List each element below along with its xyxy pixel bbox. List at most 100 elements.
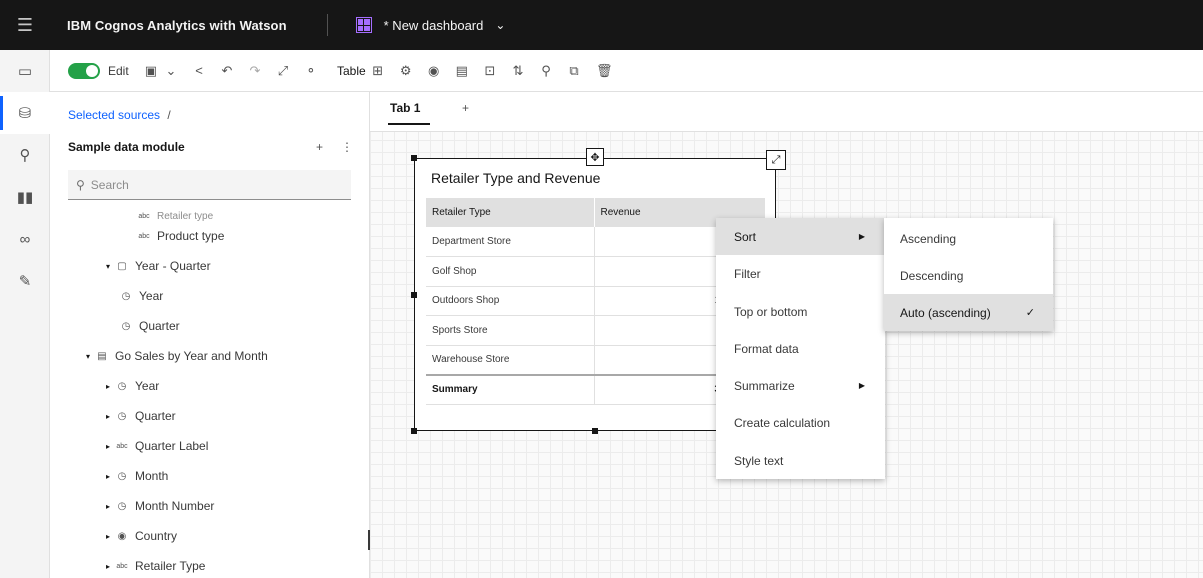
filters-icon[interactable]: ⚬	[305, 63, 317, 79]
widgets-icon[interactable]: ✎	[0, 260, 50, 302]
caret-right-icon[interactable]: ▸	[106, 502, 116, 511]
product-name: IBM Cognos Analytics with Watson	[67, 17, 287, 33]
table-row[interactable]: Outdoors Shop1,086,317	[426, 286, 766, 316]
filter-icon[interactable]: ⊡	[484, 63, 496, 79]
expand-icon[interactable]: ⤢	[766, 150, 786, 170]
tree-item[interactable]: ▾ ▢ Year - Quarter	[106, 256, 211, 276]
tree-item-label: Quarter	[135, 409, 176, 423]
comment-icon[interactable]: ▭	[0, 50, 50, 92]
overflow-menu-icon[interactable]: ⋮	[341, 140, 353, 154]
search-field[interactable]: ⚲	[68, 170, 351, 200]
sort-ascending[interactable]: Ascending	[884, 220, 1053, 257]
breadcrumb: Selected sources /	[68, 108, 171, 122]
menu-item-style-text[interactable]: Style text	[716, 442, 885, 479]
caret-down-icon[interactable]: ▾	[106, 262, 116, 271]
tree-item[interactable]: ▾ ▤ Go Sales by Year and Month	[86, 346, 268, 366]
add-tab-button[interactable]: +	[462, 101, 469, 115]
table-row[interactable]: Department Store714,312	[426, 227, 766, 257]
tree-item[interactable]: ◷ Quarter	[120, 316, 180, 336]
search-icon: ⚲	[76, 177, 85, 192]
change-visualization-icon[interactable]: ⊞	[372, 63, 384, 79]
widget-type-label[interactable]: Table	[337, 64, 366, 78]
hamburger-menu-icon[interactable]: ☰	[0, 0, 50, 50]
tree-item-label: Go Sales by Year and Month	[115, 349, 268, 363]
resize-handle[interactable]	[411, 155, 417, 161]
left-rail: ▭ ⛁ ⚲ ▮▮ ∞ ✎	[0, 50, 50, 578]
caret-right-icon[interactable]: ▸	[106, 412, 116, 421]
tree-item[interactable]: ▸ ◷ Year	[106, 376, 159, 396]
resize-handle[interactable]	[592, 428, 598, 434]
sort-descending[interactable]: Descending	[884, 257, 1053, 294]
tree-item-label: Product type	[157, 229, 225, 243]
properties-icon[interactable]: ⚙	[400, 63, 412, 79]
table-row[interactable]: Golf Shop363,949	[426, 256, 766, 287]
caret-right-icon[interactable]: ▸	[106, 532, 116, 541]
add-icon[interactable]: +	[316, 140, 323, 154]
menu-item-format-data[interactable]: Format data	[716, 330, 885, 367]
breadcrumb-separator: /	[167, 108, 171, 122]
undo-icon[interactable]: ↶	[221, 63, 233, 79]
caret-down-icon[interactable]: ▾	[86, 352, 96, 361]
insights-icon[interactable]: ◉	[428, 63, 440, 79]
retailer-type-cell: Warehouse Store	[426, 345, 595, 375]
pin-icon[interactable]: ⚲	[540, 63, 552, 79]
retailer-type-cell: Sports Store	[426, 315, 595, 346]
menu-item-summarize[interactable]: Summarize ▶	[716, 367, 885, 404]
tree-item[interactable]: ▸ ◷ Month	[106, 466, 168, 486]
copy-icon[interactable]: ⧉	[568, 63, 580, 79]
tab-1[interactable]: Tab 1	[388, 101, 431, 125]
tree-item[interactable]: ▸ abc Retailer Type	[106, 556, 205, 576]
tree-item[interactable]: ▸ ◷ Quarter	[106, 406, 176, 426]
move-icon[interactable]: ✥	[586, 148, 604, 166]
chevron-right-icon: ▶	[858, 381, 865, 390]
fields-icon[interactable]: ▤	[456, 63, 468, 79]
caret-right-icon[interactable]: ▸	[106, 382, 116, 391]
menu-item-filter[interactable]: Filter	[716, 255, 885, 292]
tree-item[interactable]: ◷ Year	[120, 286, 164, 306]
menu-item-top-or-bottom[interactable]: Top or bottom	[716, 293, 885, 330]
resize-handle[interactable]	[411, 292, 417, 298]
caret-right-icon[interactable]: ▸	[106, 472, 116, 481]
data-sources-icon[interactable]: ⛁	[0, 92, 50, 134]
tree-item[interactable]: abc Product type	[138, 226, 224, 246]
module-header: Sample data module + ⋮	[68, 140, 353, 154]
visualizations-icon[interactable]: ▮▮	[0, 176, 50, 218]
chevron-down-icon[interactable]: ⌄	[165, 63, 177, 79]
sort-auto-ascending[interactable]: Auto (ascending) ✓	[884, 294, 1053, 331]
resize-handle[interactable]	[411, 428, 417, 434]
table-row[interactable]: Warehouse Store222,988	[426, 345, 766, 375]
tree-item[interactable]: abc Retailer type	[138, 206, 213, 226]
summary-label: Summary	[426, 373, 595, 405]
caret-right-icon[interactable]: ▸	[106, 442, 116, 451]
breadcrumb-link[interactable]: Selected sources	[68, 108, 160, 122]
search-input[interactable]	[90, 177, 331, 192]
tree-item[interactable]: ▸ ◉ Country	[106, 526, 177, 546]
menu-item-sort[interactable]: Sort ▶	[716, 218, 885, 255]
sort-icon[interactable]: ⇅	[512, 63, 524, 79]
chevron-down-icon[interactable]: ⌄	[495, 18, 505, 32]
save-icon[interactable]: ▣	[145, 63, 157, 79]
folder-icon: ▢	[117, 260, 127, 272]
edit-toggle[interactable]	[68, 62, 100, 79]
tree-item-label: Retailer Type	[135, 559, 206, 573]
share-icon[interactable]: <	[193, 63, 205, 78]
menu-item-create-calculation[interactable]: Create calculation	[716, 404, 885, 441]
tree-item-label: Retailer type	[157, 210, 214, 222]
tree-item-label: Month Number	[135, 499, 215, 513]
column-header[interactable]: Retailer Type	[426, 198, 595, 227]
tab-strip: Tab 1 +	[370, 92, 1203, 132]
tree-item-label: Quarter Label	[135, 439, 209, 453]
retailer-type-cell: Outdoors Shop	[426, 286, 595, 316]
dashboard-title[interactable]: * New dashboard	[384, 18, 484, 33]
caret-right-icon[interactable]: ▸	[106, 562, 116, 571]
delete-icon[interactable]: 🗑	[596, 63, 613, 79]
fullscreen-icon[interactable]: ⤢	[277, 63, 289, 79]
tree-item[interactable]: ▸ abc Quarter Label	[106, 436, 208, 456]
tree-item[interactable]: ▸ ◷ Month Number	[106, 496, 214, 516]
table-row[interactable]: Sports Store932,935	[426, 315, 766, 346]
module-title: Sample data module	[68, 140, 185, 154]
assistant-icon[interactable]: ∞	[0, 218, 50, 260]
redo-icon[interactable]: ↷	[249, 63, 261, 79]
retailer-type-cell: Golf Shop	[426, 256, 595, 287]
pin-icon[interactable]: ⚲	[0, 134, 50, 176]
